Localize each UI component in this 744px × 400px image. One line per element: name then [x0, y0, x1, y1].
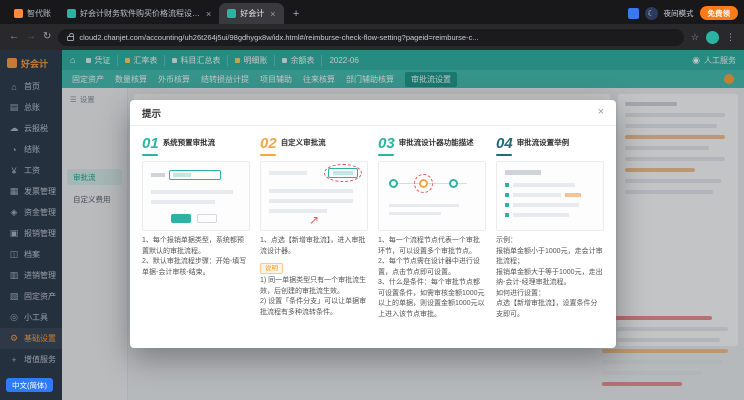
browser-tab-3-active[interactable]: 好会计 × [219, 3, 283, 24]
url-text: cloud2.chanjet.com/accounting/uh26t264j5… [79, 33, 478, 42]
app-viewport: 好会计 首页 总账 云报税 结账 工资 发票管理 资金管理 报销管理 档案 进销… [0, 50, 744, 400]
ime-language-badge[interactable]: 中文(简体) [6, 378, 53, 392]
step-title: 系统预置审批流 [163, 136, 216, 147]
modal-title: 提示 [142, 106, 161, 120]
step-3-designer-features: 03 审批流设计器功能描述 1、每一个流程节点代表一个审批环节，可以设置多个审批… [378, 136, 486, 320]
modal-header: 提示 × [130, 100, 616, 126]
browser-tab-2[interactable]: 好会计财务软件购买价格流程设… × [59, 3, 219, 24]
step-1-preset-flow: 01 系统预置审批流 1、每个报销单据类型，系统都预置默认的审批流程。 2、默认… [142, 136, 250, 320]
step-2-custom-flow: 02 自定义审批流 1、点选【新增审批流】，进入审批流设计器 [260, 136, 368, 320]
url-bar[interactable]: cloud2.chanjet.com/accounting/uh26t264j5… [58, 29, 684, 46]
tab-title: 智代账 [27, 8, 51, 19]
new-tab-button[interactable]: + [289, 6, 304, 21]
lock-icon [67, 36, 74, 41]
step-description: 1、每个报销单据类型，系统都预置默认的审批流程。 2、默认审批流程步骤：开始-填… [142, 236, 250, 278]
promo-button[interactable]: 免费领 [700, 6, 739, 20]
step-description: 示例： 报销单金额小于1000元，走会计审批流程； 报销单金额大于等于1000元… [496, 236, 604, 320]
step-illustration [260, 161, 368, 231]
tab-favicon [227, 9, 236, 18]
red-arrow-icon [309, 211, 319, 229]
night-mode-icon[interactable] [645, 7, 658, 20]
profile-avatar[interactable] [706, 31, 719, 44]
modal-body: 01 系统预置审批流 1、每个报销单据类型，系统都预置默认的审批流程。 2、默认… [130, 126, 616, 328]
extension-icon[interactable] [628, 8, 639, 19]
note-tag: 说明 [260, 263, 283, 274]
step-description: 1) 同一单据类型只有一个审批流生效，后创建的审批流生效。 2) 设置「条件分支… [260, 276, 368, 318]
step-description: 1、点选【新增审批流】，进入审批流设计器。 [260, 236, 368, 257]
step-number: 04 [496, 136, 513, 151]
browser-menu-icon[interactable] [726, 32, 735, 43]
close-icon[interactable]: × [598, 107, 604, 118]
browser-tab-strip: 智代账 好会计财务软件购买价格流程设… × 好会计 × + 夜间模式 免费领 [0, 0, 744, 24]
step-number: 01 [142, 136, 159, 151]
approval-flow-intro-modal: 提示 × 01 系统预置审批流 [130, 100, 616, 348]
bookmark-star-icon[interactable] [691, 32, 699, 43]
flow-node-icon [389, 179, 398, 188]
titlebar-right-cluster: 夜间模式 免费领 [628, 6, 739, 24]
step-description: 1、每一个流程节点代表一个审批环节，可以设置多个审批节点。 2、每个节点需在设计… [378, 236, 486, 320]
tab-favicon [67, 9, 76, 18]
step-title: 自定义审批流 [281, 136, 326, 147]
tab-close-icon[interactable]: × [270, 9, 275, 19]
tab-favicon [14, 9, 23, 18]
step-illustration [378, 161, 486, 231]
browser-window: 智代账 好会计财务软件购买价格流程设… × 好会计 × + 夜间模式 免费领 c… [0, 0, 744, 400]
forward-icon[interactable] [26, 32, 36, 42]
flow-node-icon [449, 179, 458, 188]
step-number: 03 [378, 136, 395, 151]
step-number: 02 [260, 136, 277, 151]
tab-title: 好会计 [240, 8, 264, 19]
browser-tab-1[interactable]: 智代账 [6, 3, 59, 24]
night-mode-label: 夜间模式 [664, 8, 694, 19]
step-illustration [142, 161, 250, 231]
step-4-setup-example: 04 审批流设置举例 [496, 136, 604, 320]
tab-title: 好会计财务软件购买价格流程设… [80, 8, 200, 19]
browser-toolbar: cloud2.chanjet.com/accounting/uh26t264j5… [0, 24, 744, 50]
back-icon[interactable] [9, 32, 19, 42]
step-illustration [496, 161, 604, 231]
tab-close-icon[interactable]: × [206, 9, 211, 19]
step-title: 审批流设置举例 [517, 136, 570, 147]
reload-icon[interactable] [43, 32, 51, 42]
step-title: 审批流设计器功能描述 [399, 136, 474, 147]
